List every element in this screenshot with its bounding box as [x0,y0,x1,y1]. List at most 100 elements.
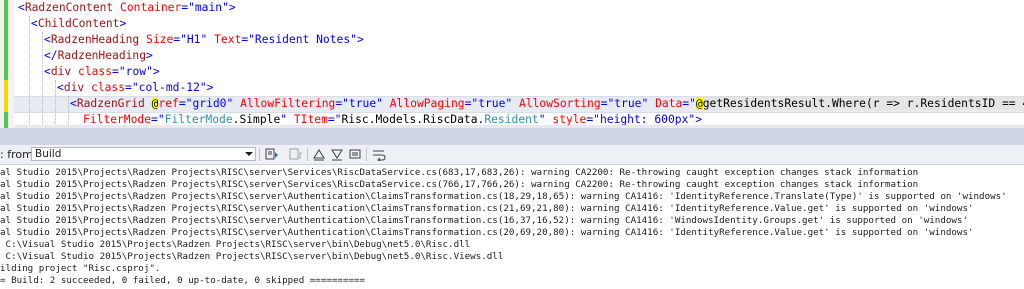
code-token: RadzenGrid [76,97,145,110]
code-token: "> [222,1,236,14]
go-to-next-down-icon[interactable] [330,147,344,161]
code-line[interactable]: <RadzenContent Container="main"> [18,0,236,16]
code-line[interactable]: <div class="row"> [44,64,160,80]
code-token: @ [695,97,703,110]
change-bar-saved [4,112,8,128]
code-token: < [44,65,51,78]
code-token: RadzenContent [24,1,114,14]
code-token: row [125,65,147,78]
output-line: al Studio 2015\Projects\Radzen Projects\… [0,215,968,226]
code-token: RadzenHeading [50,33,140,46]
code-token: =" [682,97,696,110]
output-line: al Studio 2015\Projects\Radzen Projects\… [0,227,974,238]
code-token: getResidentsResult.Where(r => r.Resident… [702,97,1024,110]
pane-splitter[interactable] [0,128,1024,145]
toggle-word-wrap-icon[interactable] [372,147,386,161]
code-token: true [478,97,506,110]
change-bar-edited [4,80,8,112]
code-token: " [505,97,520,110]
code-token: Resident Notes [254,33,351,46]
toolbar-separator [366,148,367,161]
code-token: true [348,97,377,110]
code-token: =" [181,1,195,14]
code-token: AllowPaging [389,97,465,110]
code-token: RadzenHeading [57,49,147,62]
output-line: = Build: 2 succeeded, 0 failed, 0 up-to-… [0,275,366,286]
output-line: al Studio 2015\Projects\Radzen Projects\… [0,203,974,214]
code-token: ref [158,97,179,110]
output-pane[interactable]: al Studio 2015\Projects\Radzen Projects\… [0,165,1024,289]
find-message-icon[interactable] [265,147,279,161]
indent-guide [68,96,69,128]
code-token: ChildContent [37,17,120,30]
output-line: C:\Visual Studio 2015\Projects\Radzen Pr… [0,239,471,250]
clear-all-icon[interactable] [348,147,362,161]
code-token: true [614,97,642,110]
output-line: al Studio 2015\Projects\Radzen Projects\… [0,179,919,190]
code-token: =" [464,97,479,110]
output-toolbar: : from: Build [0,145,1024,165]
code-token: class [91,81,126,94]
code-line[interactable]: <div class="col-md-12"> [57,80,213,96]
chevron-down-icon[interactable] [245,152,253,156]
code-token: =" [241,33,255,46]
code-token: Text [214,33,242,46]
code-token: > [146,49,153,62]
code-token: "> [199,81,214,94]
code-editor[interactable]: <RadzenContent Container="main"> <ChildCo… [0,0,1024,128]
toolbar-separator [307,148,308,161]
code-token: =" [112,65,126,78]
code-token: div [50,65,72,78]
output-line: al Studio 2015\Projects\Radzen Projects\… [0,167,919,178]
go-to-next-icon[interactable] [312,147,326,161]
code-line[interactable]: <ChildContent> [31,16,126,32]
code-token: AllowFiltering [240,97,336,110]
output-source-select[interactable]: Build [31,147,256,161]
code-token: col-md-12 [138,81,200,94]
code-token: AllowSorting [519,97,601,110]
editor-gutter [0,0,14,128]
change-bar-saved [4,0,8,80]
code-line[interactable]: </RadzenHeading> [44,48,153,64]
output-line: ilding project "Risc.csproj". [0,263,161,274]
code-token: < [18,1,25,14]
code-token: =" [335,97,349,110]
go-to-previous-icon[interactable] [289,147,303,161]
toolbar-separator [259,148,260,161]
code-token: < [31,17,38,30]
indent-guide [55,80,56,128]
code-token: " [226,97,241,110]
code-token: main [194,1,223,14]
code-token: < [70,97,77,110]
code-token: " [200,33,215,46]
code-token: < [57,81,64,94]
indent-guide [42,32,43,128]
code-token: Size [146,33,174,46]
code-token: =" [173,33,187,46]
output-line: C:\Visual Studio 2015\Projects\Radzen Pr… [0,251,504,262]
code-token: " [641,97,656,110]
code-line[interactable]: <RadzenGrid @ref="grid0" AllowFiltering=… [70,96,1024,112]
output-line: al Studio 2015\Projects\Radzen Projects\… [0,191,1007,202]
code-token: < [44,33,51,46]
code-token: grid0 [192,97,227,110]
code-token: "> [350,33,364,46]
code-token: Data [655,97,683,110]
code-token: " [376,97,390,110]
code-token: div [63,81,85,94]
code-token: "> [146,65,160,78]
code-token: H1 [186,33,201,46]
output-source-value: Build [35,148,62,160]
code-token: </ [44,49,58,62]
code-token: > [119,17,127,30]
indent-guide [29,16,30,128]
code-token: =" [600,97,615,110]
code-token: Container [120,1,182,14]
code-line[interactable]: <RadzenHeading Size="H1" Text="Resident … [44,32,364,48]
code-token: =" [178,97,193,110]
code-token: =" [125,81,139,94]
code-token: class [78,65,113,78]
